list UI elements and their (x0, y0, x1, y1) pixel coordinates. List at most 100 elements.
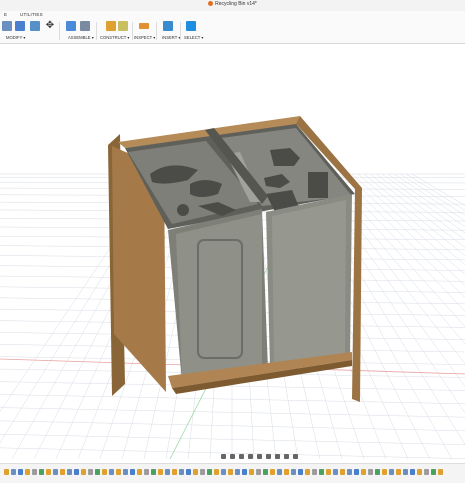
timeline-feature[interactable] (102, 469, 107, 475)
timeline-feature[interactable] (109, 469, 114, 475)
timeline-feature[interactable] (18, 469, 23, 475)
move-icon[interactable]: ✥ (45, 21, 55, 31)
timeline-feature[interactable] (389, 469, 394, 475)
timeline-feature[interactable] (263, 469, 268, 475)
environment-icon[interactable] (293, 454, 298, 459)
timeline-feature[interactable] (165, 469, 170, 475)
timeline-feature[interactable] (256, 469, 261, 475)
timeline-feature[interactable] (340, 469, 345, 475)
timeline-feature[interactable] (298, 469, 303, 475)
timeline-feature[interactable] (235, 469, 240, 475)
timeline-feature[interactable] (410, 469, 415, 475)
joint-icon[interactable] (80, 21, 90, 31)
document-title-text: Recycling Bin v14* (215, 1, 257, 7)
timeline-feature[interactable] (242, 469, 247, 475)
viewport-canvas[interactable] (0, 44, 465, 459)
timeline-feature[interactable] (193, 469, 198, 475)
timeline-feature[interactable] (137, 469, 142, 475)
insert-image-icon[interactable] (163, 21, 173, 31)
timeline-feature[interactable] (214, 469, 219, 475)
modify-menu[interactable]: MODIFY ▾ (6, 35, 25, 40)
timeline-feature[interactable] (424, 469, 429, 475)
timeline-feature[interactable] (116, 469, 121, 475)
timeline-feature[interactable] (200, 469, 205, 475)
timeline-feature[interactable] (417, 469, 422, 475)
timeline-feature[interactable] (347, 469, 352, 475)
timeline-feature[interactable] (25, 469, 30, 475)
right-bin-face (272, 200, 346, 362)
construct-menu[interactable]: CONSTRUCT ▾ (100, 35, 129, 40)
select-menu[interactable]: SELECT ▾ (184, 35, 203, 40)
timeline-feature[interactable] (333, 469, 338, 475)
timeline-feature[interactable] (67, 469, 72, 475)
tab-prev[interactable]: E (4, 12, 7, 17)
inspect-menu[interactable]: INSPECT ▾ (134, 35, 155, 40)
timeline-feature[interactable] (74, 469, 79, 475)
orbit-icon[interactable] (221, 454, 226, 459)
timeline-feature[interactable] (277, 469, 282, 475)
timeline-feature[interactable] (186, 469, 191, 475)
timeline-feature[interactable] (396, 469, 401, 475)
timeline-feature[interactable] (95, 469, 100, 475)
timeline-feature[interactable] (32, 469, 37, 475)
grid-icon[interactable] (275, 454, 280, 459)
timeline-feature[interactable] (179, 469, 184, 475)
timeline-feature[interactable] (151, 469, 156, 475)
timeline-feature[interactable] (88, 469, 93, 475)
timeline-feature[interactable] (4, 469, 9, 475)
timeline-feature[interactable] (291, 469, 296, 475)
document-title: Recycling Bin v14* (0, 1, 465, 7)
fit-icon[interactable] (248, 454, 253, 459)
timeline-feature[interactable] (382, 469, 387, 475)
timeline-feature[interactable] (305, 469, 310, 475)
timeline-feature[interactable] (207, 469, 212, 475)
pan-icon[interactable] (230, 454, 235, 459)
new-component-icon[interactable] (66, 21, 76, 31)
insert-menu[interactable]: INSERT ▾ (162, 35, 180, 40)
timeline-feature[interactable] (375, 469, 380, 475)
timeline-feature[interactable] (60, 469, 65, 475)
timeline-feature[interactable] (438, 469, 443, 475)
timeline-feature[interactable] (312, 469, 317, 475)
zoom-icon[interactable] (239, 454, 244, 459)
measure-icon[interactable] (139, 23, 149, 29)
timeline-feature[interactable] (361, 469, 366, 475)
timeline-feature[interactable] (249, 469, 254, 475)
3d-viewport[interactable] (0, 44, 465, 459)
timeline-feature[interactable] (11, 469, 16, 475)
timeline-feature[interactable] (81, 469, 86, 475)
timeline-feature[interactable] (172, 469, 177, 475)
recycling-bin-model[interactable] (108, 116, 362, 402)
timeline-feature[interactable] (53, 469, 58, 475)
timeline-feature[interactable] (39, 469, 44, 475)
timeline-feature[interactable] (123, 469, 128, 475)
viewport-settings-icon[interactable] (284, 454, 289, 459)
plane-icon[interactable] (106, 21, 116, 31)
timeline-feature[interactable] (270, 469, 275, 475)
timeline-feature[interactable] (368, 469, 373, 475)
toolbar-divider (156, 22, 157, 40)
timeline-feature[interactable] (221, 469, 226, 475)
timeline-feature[interactable] (228, 469, 233, 475)
modify-icon-3[interactable] (30, 21, 40, 31)
look-at-icon[interactable] (257, 454, 262, 459)
timeline-feature[interactable] (431, 469, 436, 475)
timeline-feature[interactable] (319, 469, 324, 475)
timeline-feature[interactable] (403, 469, 408, 475)
timeline-feature[interactable] (326, 469, 331, 475)
timeline-feature[interactable] (284, 469, 289, 475)
axis-icon[interactable] (118, 21, 128, 31)
select-arrow-icon[interactable] (186, 21, 196, 31)
timeline-feature[interactable] (158, 469, 163, 475)
timeline-feature[interactable] (354, 469, 359, 475)
timeline-feature[interactable] (46, 469, 51, 475)
modify-icon-2[interactable] (15, 21, 25, 31)
display-settings-icon[interactable] (266, 454, 271, 459)
modify-icon-1[interactable] (2, 21, 12, 31)
cutout-bottle (308, 172, 328, 198)
timeline-feature[interactable] (144, 469, 149, 475)
grid-line (346, 174, 465, 459)
timeline-feature[interactable] (130, 469, 135, 475)
assemble-menu[interactable]: ASSEMBLE ▾ (68, 35, 94, 40)
tab-utilities[interactable]: UTILITIES (20, 12, 43, 17)
